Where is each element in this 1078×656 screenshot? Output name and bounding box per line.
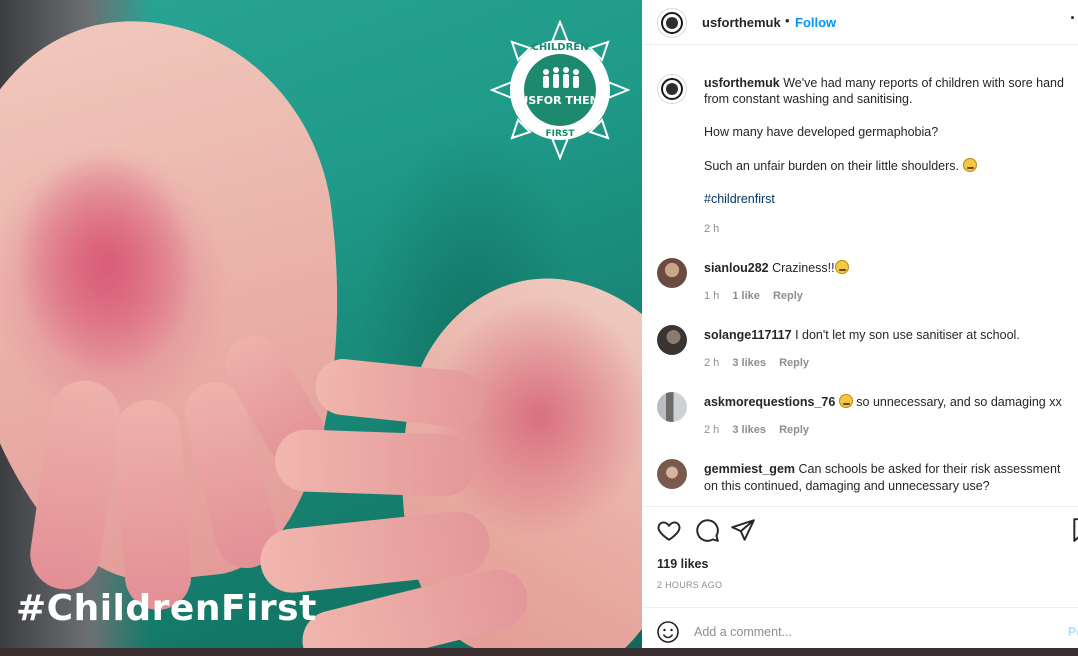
comment-meta: 1 h 1 like Reply	[704, 290, 813, 302]
avatar[interactable]	[657, 8, 687, 38]
comment-username[interactable]: solange117117	[704, 328, 792, 342]
right-hand-finger	[273, 428, 477, 498]
children-first-logo: CHILDREN USFOR THEM FIRST	[490, 20, 630, 160]
avatar[interactable]	[657, 258, 687, 288]
avatar[interactable]	[657, 459, 687, 489]
comment-item: askmorequestions_76 so unnecessary, and …	[642, 392, 1078, 452]
logo-middle-text: USFOR THEM	[519, 94, 600, 107]
post-comment-button[interactable]: Po	[1068, 625, 1078, 639]
caption-username[interactable]: usforthemuk	[704, 76, 780, 90]
caption-line-3: How many have developed germaphobia?	[704, 125, 939, 139]
comment-meta: 2 h 3 likes Reply	[704, 357, 819, 369]
sad-face-emoji-icon	[834, 260, 849, 274]
likes-count[interactable]: 119 likes	[657, 557, 708, 571]
comment-time[interactable]: 2 h	[704, 424, 719, 436]
comment-body: Craziness!!	[772, 261, 835, 275]
comment-body: I don't let my son use sanitiser at scho…	[795, 328, 1020, 342]
comment-icon[interactable]	[694, 517, 720, 543]
comment-body: so unnecessary, and so damaging xx	[856, 395, 1062, 409]
bookmark-icon[interactable]	[1070, 517, 1078, 543]
image-hashtag: #ChildrenFirst	[16, 588, 317, 629]
header-username[interactable]: usforthemuk	[702, 15, 781, 30]
comment-body: Can schools be asked for their risk asse…	[798, 462, 1061, 476]
comment-username[interactable]: sianlou282	[704, 261, 769, 275]
caption-line-1: usforthemuk We've had many reports of ch…	[704, 75, 1078, 92]
comment-item: solange117117 I don't let my son use san…	[642, 325, 1078, 385]
add-comment-input[interactable]: Add a comment...	[694, 625, 792, 639]
comment-username[interactable]: gemmiest_gem	[704, 462, 795, 476]
avatar[interactable]	[657, 74, 687, 104]
separator-dot: •	[785, 13, 790, 28]
avatar[interactable]	[657, 325, 687, 355]
comment-likes[interactable]: 1 like	[732, 290, 760, 302]
reply-button[interactable]: Reply	[773, 290, 803, 302]
post-actions	[642, 506, 1078, 550]
caption-text: Such an unfair burden on their little sh…	[704, 159, 960, 173]
bottom-edge-bar	[0, 648, 1078, 656]
comment-text: askmorequestions_76 so unnecessary, and …	[704, 394, 1062, 411]
caption-text: We've had many reports of children with …	[783, 76, 1064, 90]
post-header: usforthemuk • Follow ·	[642, 0, 1078, 45]
caption-line-2: from constant washing and sanitising.	[704, 92, 913, 106]
caption-line-4: Such an unfair burden on their little sh…	[704, 158, 977, 173]
comment-likes[interactable]: 3 likes	[732, 357, 766, 369]
comment-composer: Add a comment... Po	[642, 607, 1078, 648]
avatar[interactable]	[657, 392, 687, 422]
comment-text: gemmiest_gem Can schools be asked for th…	[704, 461, 1060, 495]
reply-button[interactable]: Reply	[779, 357, 809, 369]
logo-bottom-text: FIRST	[545, 129, 575, 139]
comment-body: on this continued, damaging and unnecess…	[704, 479, 990, 493]
comment-text: sianlou282 Craziness!!	[704, 260, 849, 277]
post-sidebar: usforthemuk • Follow · usforthemuk We've…	[642, 0, 1078, 648]
follow-button[interactable]: Follow	[795, 15, 836, 30]
caption-hashtag-link[interactable]: #childrenfirst	[704, 192, 775, 206]
sad-face-emoji-icon	[838, 394, 853, 408]
sad-face-emoji-icon	[962, 158, 977, 172]
comment-likes[interactable]: 3 likes	[732, 424, 766, 436]
post-image[interactable]: CHILDREN USFOR THEM FIRST #ChildrenFirst	[0, 0, 642, 648]
more-options-icon[interactable]: ·	[1070, 8, 1076, 29]
caption-timestamp[interactable]: 2 h	[704, 223, 719, 235]
comment-item: sianlou282 Craziness!! 1 h 1 like Reply	[642, 258, 1078, 318]
comment-meta: 2 h 3 likes Reply	[704, 424, 819, 436]
reply-button[interactable]: Reply	[779, 424, 809, 436]
share-icon[interactable]	[730, 517, 756, 543]
logo-top-text: CHILDREN	[531, 42, 588, 53]
comment-time[interactable]: 2 h	[704, 357, 719, 369]
post-timestamp[interactable]: 2 HOURS AGO	[657, 580, 722, 590]
comment-username[interactable]: askmorequestions_76	[704, 395, 835, 409]
comment-text: solange117117 I don't let my son use san…	[704, 327, 1020, 344]
heart-icon[interactable]	[656, 517, 682, 543]
comment-time[interactable]: 1 h	[704, 290, 719, 302]
emoji-picker-icon[interactable]	[656, 620, 680, 644]
